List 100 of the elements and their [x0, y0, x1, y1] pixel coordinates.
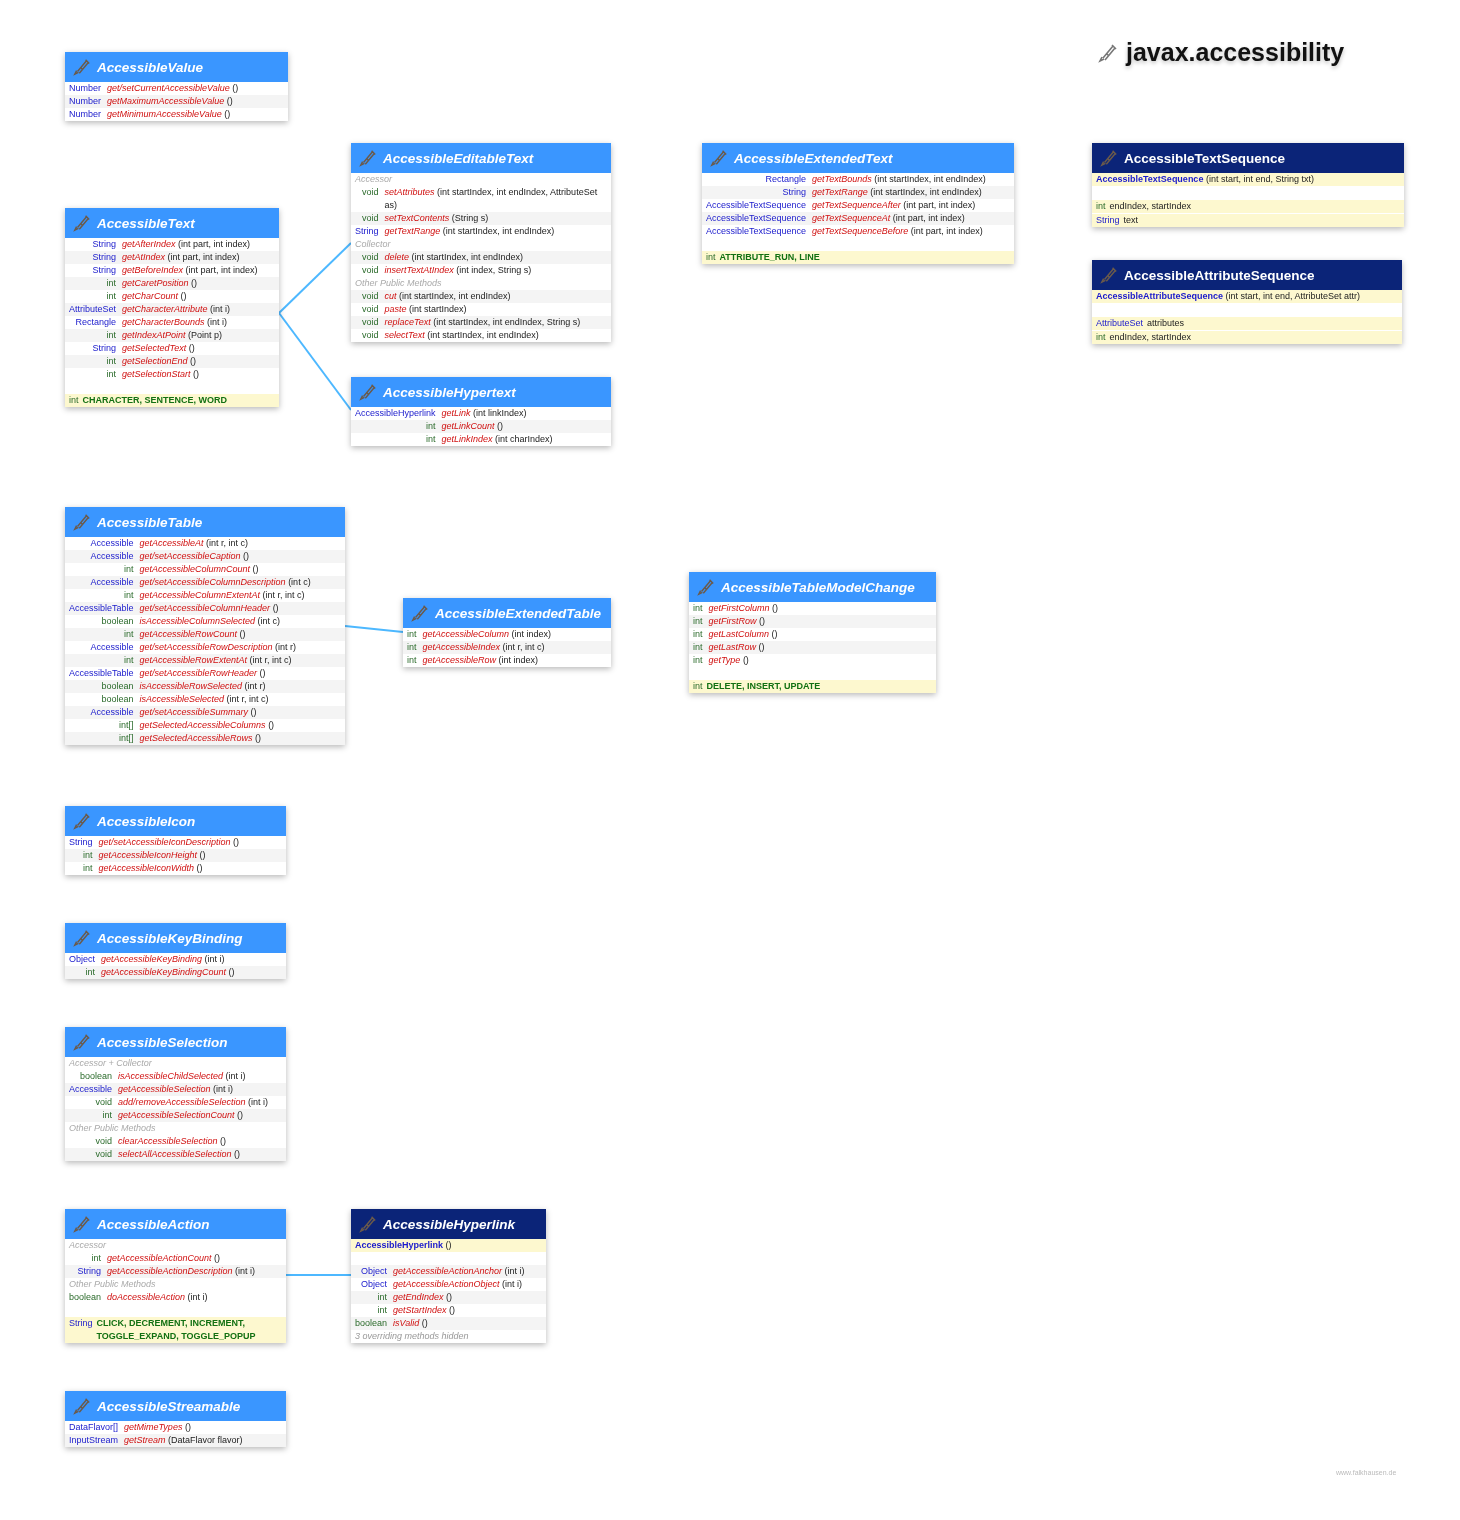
method-signature: getIndexAtPoint (Point p) — [119, 329, 279, 342]
section-label: Other Public Methods — [68, 1278, 157, 1291]
method-signature: delete (int startIndex, int endIndex) — [381, 251, 611, 264]
return-type: int — [65, 355, 120, 368]
return-type: Accessible — [89, 537, 135, 550]
return-type: int — [692, 654, 704, 667]
return-type: void — [361, 303, 380, 316]
return-type: int — [692, 628, 704, 641]
return-type: DataFlavor[] — [68, 1421, 120, 1434]
method-signature: getAccessibleColumn (int index) — [421, 628, 553, 641]
method-signature: getAccessibleColumnCount () — [138, 563, 260, 576]
method-signature: getAfterIndex (int part, int index) — [121, 238, 252, 251]
method-signature: get/setAccessibleIconDescription () — [97, 836, 241, 849]
connector-line — [344, 625, 404, 633]
method-signature: getTextSequenceAt (int part, int index) — [809, 212, 1014, 225]
method-signature: cut (int startIndex, int endIndex) — [381, 290, 611, 303]
return-type: String — [91, 264, 118, 277]
method-signature: getSelectionStart () — [121, 368, 201, 381]
return-type: Object — [360, 1278, 389, 1291]
field-type: String — [1096, 214, 1120, 227]
method-signature: getSelectedText () — [121, 342, 196, 355]
class-name: AccessibleKeyBinding — [97, 930, 243, 946]
method-signature: paste (int startIndex) — [383, 303, 468, 316]
method-signature: getEndIndex () — [390, 1291, 546, 1304]
constant-names: CLICK, DECREMENT, INCREMENT, TOGGLE_EXPAND, TOGGLE_POPUP — [96, 1317, 257, 1343]
crutch-icon — [411, 604, 429, 622]
return-type: Rectangle — [764, 173, 808, 186]
method-signature: getAtIndex (int part, int index) — [119, 251, 279, 264]
crutch-icon — [697, 578, 715, 596]
class-name: AccessibleTextSequence — [1124, 150, 1286, 166]
method-signature: getTextBounds (int startIndex, int endIndex) — [811, 173, 987, 186]
return-type: String — [68, 836, 94, 849]
method-signature: getSelectedAccessibleRows () — [136, 732, 345, 745]
return-type: String — [354, 225, 380, 238]
method-signature: getMimeTypes () — [123, 1421, 192, 1434]
return-type: boolean — [100, 693, 135, 706]
return-type: boolean — [79, 1070, 114, 1083]
method-signature: selectAllAccessibleSelection () — [115, 1148, 286, 1161]
method-signature: getAccessibleIndex (int r, int c) — [419, 641, 611, 654]
method-signature: getCharacterBounds (int i) — [121, 316, 229, 329]
class-name: AccessibleExtendedText — [734, 150, 893, 166]
return-type: int — [123, 563, 135, 576]
field-names: endIndex, startIndex — [1109, 200, 1192, 213]
return-type: int — [65, 329, 120, 342]
crutch-icon — [359, 1215, 377, 1233]
return-type: Object — [68, 953, 96, 966]
method-signature: getFirstColumn () — [707, 602, 780, 615]
return-type: AccessibleTextSequence — [705, 225, 808, 238]
return-type: int — [105, 368, 118, 381]
return-type: AccessibleTable — [68, 667, 135, 680]
return-type: Number — [65, 95, 104, 108]
method-signature: getStartIndex () — [392, 1304, 457, 1317]
return-type: int — [406, 654, 418, 667]
crutch-icon — [73, 58, 91, 76]
return-type: Accessible — [65, 550, 137, 563]
method-signature: getFirstRow () — [705, 615, 936, 628]
constructor-signature: AccessibleTextSequence (int start, int end, String txt) — [1092, 173, 1404, 186]
method-signature: getMinimumAccessibleValue () — [106, 108, 232, 121]
constant-type: int — [706, 251, 716, 264]
return-type: int — [65, 654, 137, 667]
return-type: InputStream — [65, 1434, 122, 1447]
return-type: boolean — [68, 1291, 103, 1304]
return-type: void — [94, 1096, 114, 1109]
method-signature: doAccessibleAction (int i) — [106, 1291, 209, 1304]
crutch-icon — [73, 214, 91, 232]
return-type: void — [361, 264, 380, 277]
method-signature: getMaximumAccessibleValue () — [104, 95, 288, 108]
connector-line — [285, 1274, 352, 1276]
section-label: Other Public Methods — [354, 277, 443, 290]
method-signature: selectText (int startIndex, int endIndex) — [383, 329, 540, 342]
method-signature: getAccessibleAt (int r, int c) — [138, 537, 250, 550]
method-signature: setAttributes (int startIndex, int endIndex, AttributeSet as) — [383, 186, 599, 212]
method-signature: add/removeAccessibleSelection (int i) — [117, 1096, 270, 1109]
return-type: int — [90, 1252, 103, 1265]
class-name: AccessibleTable — [97, 514, 203, 530]
return-type: String — [65, 1265, 105, 1278]
return-type: AccessibleTextSequence — [705, 199, 808, 212]
return-type: void — [361, 329, 380, 342]
class-name: AccessibleAttributeSequence — [1124, 267, 1315, 283]
class-name: AccessibleEditableText — [383, 150, 534, 166]
return-type: int[] — [65, 732, 137, 745]
crutch-icon — [1098, 42, 1118, 63]
field-names: attributes — [1147, 317, 1185, 330]
return-type: void — [351, 290, 382, 303]
class-name: AccessibleTableModelChange — [721, 579, 915, 595]
method-signature: getAccessibleActionDescription (int i) — [104, 1265, 286, 1278]
constant-type: String — [69, 1317, 93, 1330]
crutch-icon — [73, 812, 91, 830]
class-name: AccessibleIcon — [97, 813, 196, 829]
return-type: int — [65, 628, 137, 641]
crutch-icon — [359, 383, 377, 401]
class-name: AccessibleText — [97, 215, 195, 231]
method-signature: insertTextAtIndex (int index, String s) — [383, 264, 533, 277]
method-signature: getAccessibleActionCount () — [106, 1252, 222, 1265]
constant-names: DELETE, INSERT, UPDATE — [706, 680, 821, 693]
method-signature: getAccessibleSelection (int i) — [115, 1083, 286, 1096]
return-type: int — [65, 849, 96, 862]
return-type: int — [82, 862, 94, 875]
method-signature: getLinkCount () — [438, 420, 611, 433]
method-signature: getCharacterAttribute (int i) — [119, 303, 279, 316]
